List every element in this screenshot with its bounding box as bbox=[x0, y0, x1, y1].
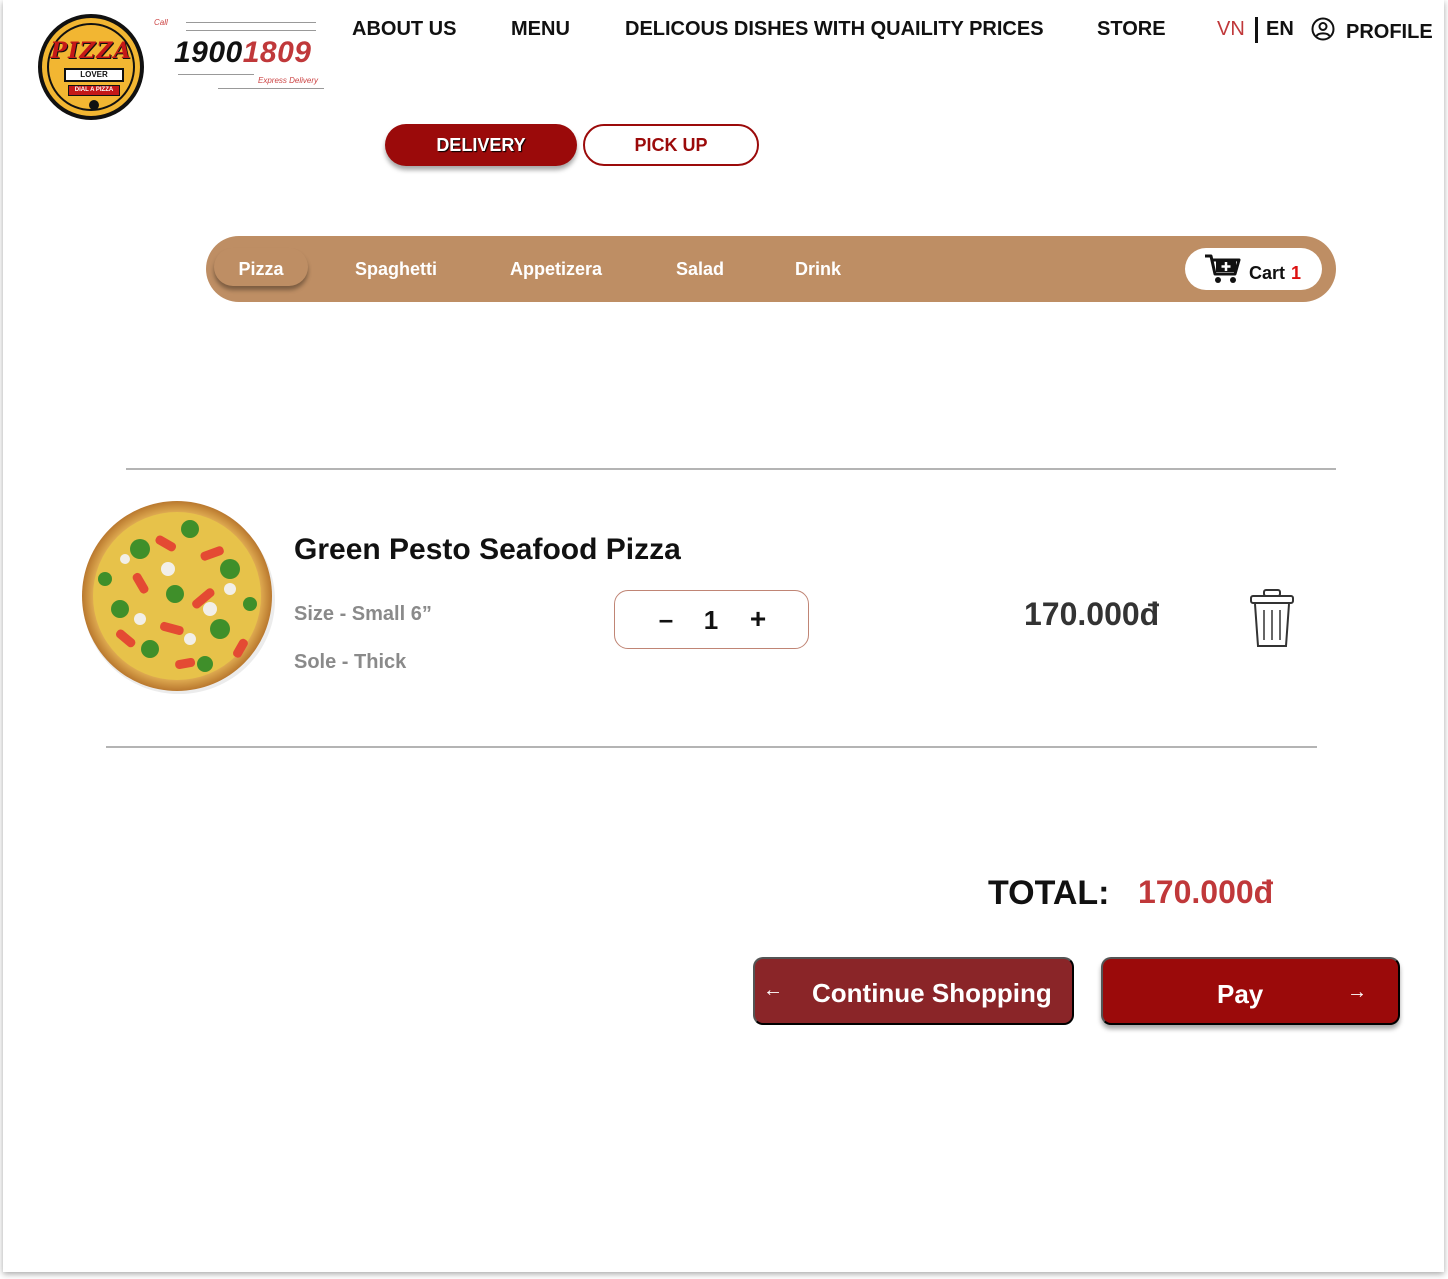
quantity-stepper: – 1 + bbox=[614, 590, 809, 649]
delivery-button[interactable]: DELIVERY bbox=[385, 124, 577, 166]
hotline-line bbox=[218, 88, 324, 89]
logo-word: PIZZA bbox=[50, 38, 132, 64]
divider-top bbox=[126, 468, 1336, 470]
logo-pizza-icon bbox=[89, 100, 99, 110]
nav-store[interactable]: STORE bbox=[1097, 18, 1166, 41]
hotline-line bbox=[186, 30, 316, 31]
total-value: 170.000đ bbox=[1138, 874, 1274, 910]
language-vn[interactable]: VN bbox=[1217, 18, 1245, 41]
hotline: Call 19001809 Express Delivery bbox=[150, 14, 328, 94]
hotline-number-black: 1900 bbox=[174, 36, 243, 69]
quantity-increase-button[interactable]: + bbox=[745, 603, 771, 635]
user-circle-icon[interactable] bbox=[1311, 17, 1335, 41]
arrow-right-icon: → bbox=[1347, 981, 1367, 1003]
cart-count-badge: 1 bbox=[1291, 263, 1302, 283]
category-spaghetti[interactable]: Spaghetti bbox=[355, 259, 437, 280]
category-appetizera[interactable]: Appetizera bbox=[510, 259, 602, 280]
hotline-line bbox=[178, 74, 254, 75]
quantity-value: 1 bbox=[703, 605, 719, 635]
quantity-decrease-button[interactable]: – bbox=[655, 603, 677, 635]
logo-sub: LOVER bbox=[64, 68, 124, 82]
nav-profile[interactable]: PROFILE bbox=[1346, 21, 1433, 44]
hotline-call-label: Call bbox=[154, 18, 168, 27]
category-bar: Pizza Spaghetti Appetizera Salad Drink C… bbox=[206, 236, 1336, 302]
trash-icon[interactable] bbox=[1248, 588, 1296, 650]
pay-button[interactable]: Pay → bbox=[1101, 957, 1400, 1025]
hotline-express-label: Express Delivery bbox=[258, 76, 319, 85]
language-divider bbox=[1255, 17, 1258, 43]
divider-bottom bbox=[106, 746, 1317, 748]
continue-shopping-label: Continue Shopping bbox=[812, 978, 1052, 1008]
item-name: Green Pesto Seafood Pizza bbox=[294, 533, 681, 566]
hotline-line bbox=[186, 22, 316, 23]
category-drink[interactable]: Drink bbox=[795, 259, 841, 280]
item-size: Size - Small 6” bbox=[294, 603, 432, 625]
cart-add-icon bbox=[1205, 254, 1241, 283]
pay-label: Pay bbox=[1217, 979, 1264, 1009]
nav-dishes[interactable]: DELICOUS DISHES WITH QUAILITY PRICES bbox=[625, 18, 1044, 41]
cart-label: Cart bbox=[1249, 263, 1286, 283]
arrow-left-icon: ← bbox=[763, 979, 783, 1001]
pickup-button[interactable]: PICK UP bbox=[583, 124, 759, 166]
category-salad[interactable]: Salad bbox=[676, 259, 724, 280]
item-price: 170.000đ bbox=[1024, 596, 1160, 632]
category-pizza[interactable]: Pizza bbox=[214, 248, 308, 286]
pizza-lover-logo[interactable]: PIZZA LOVER DIAL A PIZZA bbox=[38, 14, 144, 120]
logo-tag: DIAL A PIZZA bbox=[68, 85, 120, 96]
logo-ring bbox=[47, 23, 135, 111]
continue-shopping-button[interactable]: ← Continue Shopping bbox=[753, 957, 1074, 1025]
hotline-number-red: 1809 bbox=[242, 36, 312, 69]
nav-about-us[interactable]: ABOUT US bbox=[352, 18, 456, 41]
hotline-number: 19001809 bbox=[174, 36, 312, 70]
language-en[interactable]: EN bbox=[1266, 18, 1294, 41]
cart-button[interactable]: Cart 1 bbox=[1185, 248, 1322, 290]
pizza-image bbox=[82, 501, 275, 694]
item-sole: Sole - Thick bbox=[294, 651, 407, 673]
total-label: TOTAL: bbox=[988, 874, 1110, 912]
nav-menu[interactable]: MENU bbox=[511, 18, 570, 41]
